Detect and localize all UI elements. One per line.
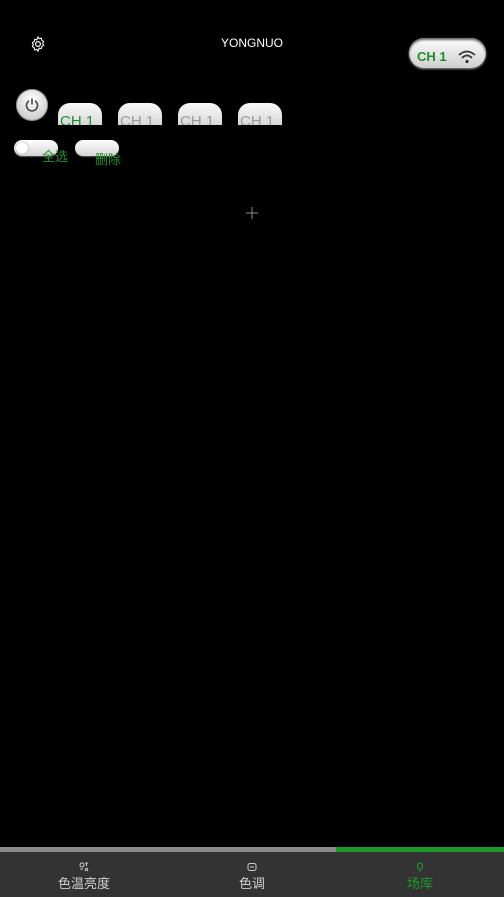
power-button[interactable] [16,89,48,121]
delete-label: 删除 [95,153,122,168]
nav-label: 色调 [238,877,265,892]
channel-tab-4[interactable]: CH 1 [238,103,282,125]
nav-hue[interactable]: 色调 [168,852,336,897]
nav-label: 色温亮度 [57,877,110,892]
plus-icon[interactable] [245,206,259,220]
select-all-label: 全选 [42,150,69,165]
channel-tab-3[interactable]: CH 1 [178,103,222,125]
color-temp-icon [79,862,89,872]
bottom-navigation: 色温亮度 色调 场库 [0,852,504,897]
channel-indicator-label: CH 1 [417,49,447,64]
channel-tab-label: CH 1 [60,113,95,125]
scene-library-icon [417,862,423,872]
channel-tab-label: CH 1 [240,113,275,125]
wifi-icon [458,50,476,64]
nav-label: 场库 [406,877,433,892]
channel-tab-label: CH 1 [120,113,155,125]
channel-tab-label: CH 1 [180,113,215,125]
channel-tab-1[interactable]: CH 1 [58,103,102,125]
channel-tab-2[interactable]: CH 1 [118,103,162,125]
nav-color-temp-brightness[interactable]: 色温亮度 [0,852,168,897]
nav-scene-library[interactable]: 场库 [336,852,504,897]
power-icon [25,98,39,112]
channel-indicator-button[interactable]: CH 1 [409,38,486,68]
toggle-knob [16,142,28,154]
hue-icon [247,863,257,871]
